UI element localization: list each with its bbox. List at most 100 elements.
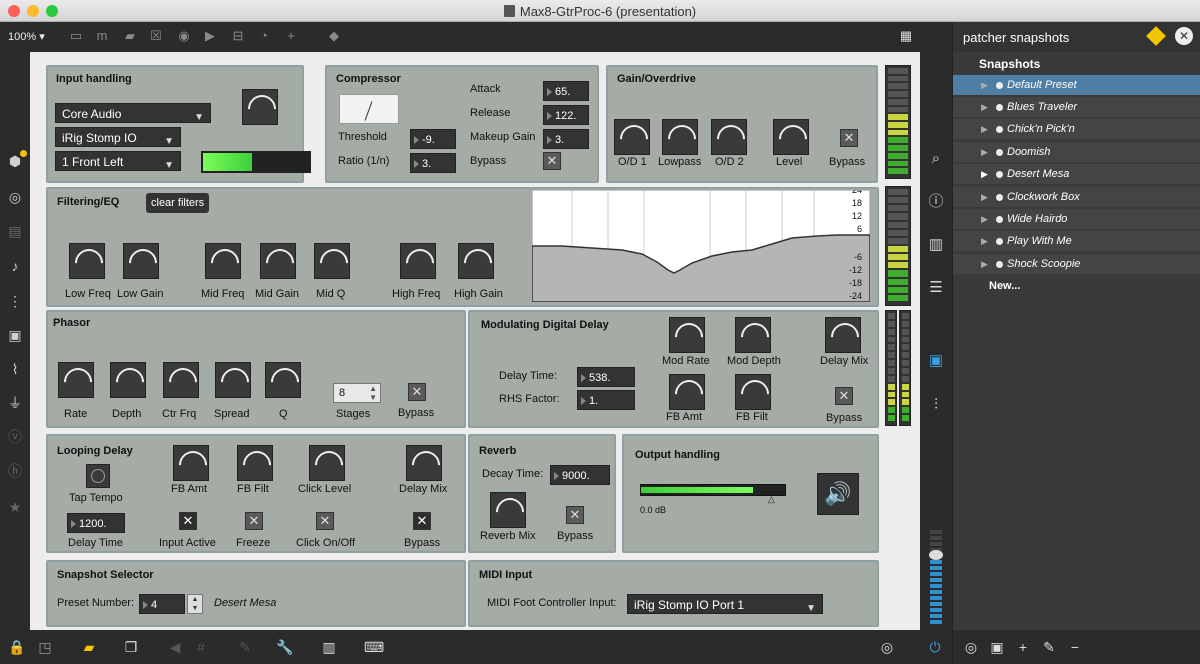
high-freq-knob[interactable] — [400, 243, 436, 279]
ctr-frq-knob[interactable] — [163, 362, 199, 398]
mod-rate-knob[interactable] — [669, 317, 705, 353]
eq-filter-graph[interactable]: 24 18 12 6 -6 -12 -18 -24 — [532, 190, 870, 302]
snapshot-item[interactable]: ▶ Doomish — [953, 142, 1200, 163]
edit-icon[interactable]: ◳ — [36, 639, 54, 655]
snapshot-item[interactable]: ▶ Play With Me — [953, 231, 1200, 252]
volume-thumb[interactable] — [929, 550, 943, 560]
snapshot-item[interactable]: ▶ Blues Traveler — [953, 97, 1200, 118]
package-icon[interactable]: ⬢ — [6, 150, 27, 170]
mod-depth-knob[interactable] — [735, 317, 771, 353]
lock-icon[interactable]: 🔒 — [8, 639, 26, 655]
expand-icon[interactable]: ▶ — [981, 124, 988, 135]
dial-icon[interactable]: ◔ — [256, 28, 272, 44]
output-gain-slider[interactable] — [640, 484, 786, 496]
add-icon[interactable]: + — [1015, 639, 1031, 655]
rhs-number[interactable]: 1. — [577, 390, 635, 410]
od1-knob[interactable] — [614, 119, 650, 155]
bypass-toggle[interactable]: ✕ — [840, 129, 858, 147]
snapshot-item[interactable]: ▶ Shock Scoopie — [953, 254, 1200, 275]
input-active-toggle[interactable]: ✕ — [179, 512, 197, 530]
delay-time-number[interactable]: 538. — [577, 367, 635, 387]
depth-knob[interactable] — [110, 362, 146, 398]
slider-thumb-icon[interactable]: △ — [768, 494, 775, 505]
paint-icon[interactable]: ◆ — [326, 28, 342, 44]
loop-delay-mix-knob[interactable] — [406, 445, 442, 481]
new-snapshot-link[interactable]: New... — [989, 280, 1020, 292]
makeup-number[interactable]: 3. — [543, 129, 589, 149]
zoom-menu[interactable]: 100% ▾ — [8, 30, 45, 43]
add-object-icon[interactable]: + — [283, 28, 299, 44]
pencil-icon[interactable]: ✎ — [1041, 639, 1057, 655]
fb-filt-knob[interactable] — [735, 374, 771, 410]
release-number[interactable]: 122. — [543, 105, 589, 125]
attack-number[interactable]: 65. — [543, 81, 589, 101]
clear-filters-button[interactable]: clear filters — [146, 193, 210, 213]
star-icon[interactable]: ★ — [6, 498, 24, 516]
level-knob[interactable] — [773, 119, 809, 155]
expand-icon[interactable]: ▶ — [981, 80, 988, 91]
play-object-icon[interactable]: ▶ — [202, 28, 218, 44]
stages-stepper[interactable]: 8 ▲ ▼ — [333, 383, 381, 403]
h-icon[interactable]: ⓗ — [6, 462, 24, 480]
spread-knob[interactable] — [215, 362, 251, 398]
power-icon[interactable]: ⏻ — [926, 639, 944, 655]
freeze-toggle[interactable]: ✕ — [245, 512, 263, 530]
debug-icon[interactable]: ✎ — [236, 639, 254, 655]
mid-q-knob[interactable] — [314, 243, 350, 279]
click-onoff-toggle[interactable]: ✕ — [316, 512, 334, 530]
presentation-icon[interactable]: ▰ — [80, 639, 98, 655]
delay-mix-knob[interactable] — [825, 317, 861, 353]
remove-icon[interactable]: − — [1067, 639, 1083, 655]
snapshot-item[interactable]: ▶ Wide Hairdo — [953, 209, 1200, 230]
v-icon[interactable]: ⓥ — [6, 428, 24, 446]
midi-port-menu[interactable]: iRig Stomp IO Port 1 ▼ — [627, 594, 823, 614]
bypass-toggle[interactable]: ✕ — [835, 387, 853, 405]
tap-tempo-button[interactable] — [86, 464, 110, 488]
high-gain-knob[interactable] — [458, 243, 494, 279]
mid-freq-knob[interactable] — [205, 243, 241, 279]
toggle-icon[interactable]: ☒ — [148, 28, 164, 44]
device-menu[interactable]: iRig Stomp IO ▼ — [55, 127, 181, 147]
preset-number-box[interactable]: 4 — [139, 594, 185, 614]
info-icon[interactable]: ⓘ — [927, 193, 945, 211]
reverb-bypass-toggle[interactable]: ✕ — [566, 506, 584, 524]
record-icon[interactable]: ◎ — [963, 639, 979, 655]
input-gain-knob[interactable] — [242, 89, 278, 125]
grid-icon[interactable]: # — [192, 639, 210, 655]
expand-icon[interactable]: ▶ — [981, 147, 988, 158]
grid-icon[interactable]: ▦ — [898, 28, 914, 44]
sequence-icon[interactable]: ⋮ — [6, 292, 24, 310]
list-icon[interactable]: ☰ — [927, 279, 945, 297]
camera-icon[interactable]: ▣ — [989, 639, 1005, 655]
low-gain-knob[interactable] — [123, 243, 159, 279]
loop-fb-filt-knob[interactable] — [237, 445, 273, 481]
loop-bypass-toggle[interactable]: ✕ — [413, 512, 431, 530]
comment-icon[interactable]: m — [94, 28, 110, 44]
expand-icon[interactable]: ▶ — [981, 259, 988, 270]
stepper-arrows-icon[interactable]: ▲ ▼ — [187, 594, 203, 614]
piano-icon[interactable]: ▥ — [320, 639, 338, 655]
expand-icon[interactable]: ▶ — [981, 236, 988, 247]
clip-icon[interactable]: ⌇ — [6, 360, 24, 378]
loop-delay-time-number[interactable]: 1200. — [67, 513, 125, 533]
bypass-toggle[interactable]: ✕ — [408, 383, 426, 401]
button-icon[interactable]: ◉ — [176, 28, 192, 44]
master-volume-meter[interactable] — [928, 530, 944, 626]
expand-icon[interactable]: ▶ — [981, 169, 988, 180]
mixer-icon[interactable]: ⫶ — [927, 396, 945, 414]
snapshot-item[interactable]: ▶ Desert Mesa — [953, 164, 1200, 185]
reverb-mix-knob[interactable] — [490, 492, 526, 528]
slider-icon[interactable]: ⊟ — [230, 28, 246, 44]
snapshot-item[interactable]: ▶ Chick'n Pick'n — [953, 119, 1200, 140]
camera-icon[interactable]: ▣ — [927, 352, 945, 370]
fb-amt-knob[interactable] — [669, 374, 705, 410]
close-icon[interactable]: ✕ — [1175, 27, 1193, 45]
image-icon[interactable]: ▣ — [6, 326, 24, 344]
book-icon[interactable]: ▥ — [927, 236, 945, 254]
speaker-icon[interactable]: 🔊 — [817, 473, 859, 515]
play-circle-icon[interactable]: ◎ — [878, 639, 896, 655]
snapshot-item[interactable]: ▶ Clockwork Box — [953, 187, 1200, 208]
mid-gain-knob[interactable] — [260, 243, 296, 279]
snapshot-item[interactable]: ▶ Default Preset — [953, 75, 1200, 96]
stepper-arrows-icon[interactable]: ▲ ▼ — [369, 384, 377, 402]
